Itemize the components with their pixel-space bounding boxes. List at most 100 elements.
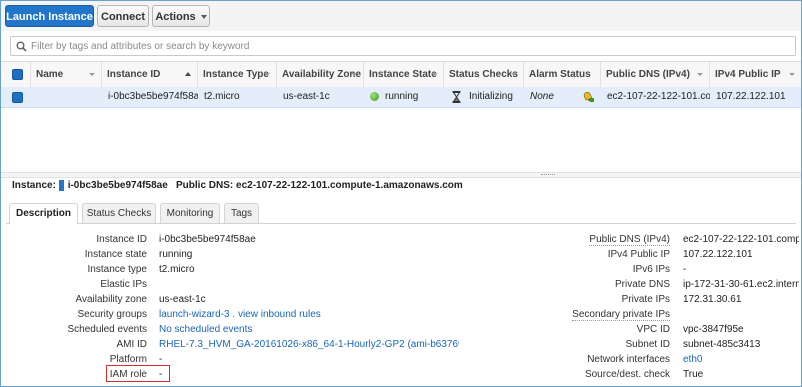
tab-status-checks[interactable]: Status Checks	[82, 203, 156, 223]
label-private-dns: Private DNS	[614, 279, 670, 290]
column-instance-id[interactable]: Instance ID	[102, 62, 198, 87]
column-instance-state-label: Instance State	[369, 69, 437, 80]
label-source-dest-check: Source/dest. check	[584, 369, 670, 380]
cell-public-ip: 107.22.122.101	[716, 91, 786, 102]
instance-marker-icon	[58, 180, 64, 191]
value-ipv4-public-ip: 107.22.122.101	[683, 249, 753, 260]
iam-role-highlight-box	[106, 365, 170, 382]
tab-description[interactable]: Description	[9, 203, 78, 224]
splitter-grip-icon[interactable]	[541, 174, 555, 177]
view-inbound-rules-link[interactable]: view inbound rules	[238, 309, 321, 320]
security-group-link[interactable]: launch-wizard-3 .	[159, 309, 235, 320]
label-public-dns-ipv4-text: Public DNS (IPv4)	[589, 234, 670, 246]
value-instance-id: i-0bc3be5be974f58ae	[159, 234, 256, 245]
chevron-down-icon	[200, 15, 207, 20]
value-public-dns-ipv4: ec2-107-22-122-101.compute-1	[683, 234, 799, 245]
column-instance-type-label: Instance Type	[203, 69, 269, 80]
column-ipv4-public-ip-label: IPv4 Public IP	[715, 69, 781, 80]
toolbar: Launch Instance Connect Actions	[1, 1, 801, 31]
value-ami-id[interactable]: RHEL-7.3_HVM_GA-20161026-x86_64-1-Hourly…	[159, 338, 459, 351]
cell-name	[36, 87, 96, 107]
select-all-header[interactable]	[1, 62, 31, 87]
launch-instance-button[interactable]: Launch Instance	[5, 5, 94, 27]
chevron-down-icon	[89, 73, 95, 76]
instances-table-header: Name Instance ID Instance Type Availabil…	[1, 61, 801, 88]
search-input[interactable]	[31, 39, 771, 53]
cell-instance-state: running	[385, 91, 419, 102]
instance-summary: Instance: i-0bc3be5be974f58ae	[12, 180, 168, 192]
hourglass-icon	[452, 91, 461, 103]
instance-id-value: i-0bc3be5be974f58ae	[67, 180, 168, 191]
column-alarm-status-label: Alarm Status	[529, 69, 591, 80]
search-icon	[16, 41, 27, 52]
column-availability-zone-label: Availability Zone	[282, 69, 362, 80]
label-ipv4-public-ip: IPv4 Public IP	[607, 249, 670, 260]
column-name-label: Name	[36, 69, 64, 80]
column-availability-zone[interactable]: Availability Zone	[277, 62, 364, 87]
value-private-ips: 172.31.30.61	[683, 294, 742, 305]
cell-instance-id: i-0bc3be5be974f58ae	[108, 91, 198, 102]
label-secondary-private-ips-text: Secondary private IPs	[572, 309, 670, 321]
cell-availability-zone: us-east-1c	[283, 91, 330, 102]
select-all-checkbox[interactable]	[12, 69, 23, 80]
column-instance-type[interactable]: Instance Type	[198, 62, 277, 87]
value-private-dns: ip-172-31-30-61.ec2.internal	[683, 279, 799, 290]
label-instance-type: Instance type	[87, 264, 147, 275]
column-ipv4-public-ip[interactable]: IPv4 Public IP	[710, 62, 801, 87]
public-dns-value: ec2-107-22-122-101.compute-1.amazonaws.c…	[236, 180, 463, 191]
chevron-down-icon	[264, 73, 270, 76]
sort-ascending-icon	[185, 72, 191, 76]
ec2-console: Launch Instance Connect Actions Name Ins…	[0, 0, 802, 387]
column-public-dns-label: Public DNS (IPv4)	[606, 69, 690, 80]
value-instance-state: running	[159, 249, 193, 260]
label-instance-id: Instance ID	[96, 234, 147, 245]
value-instance-type: t2.micro	[159, 264, 195, 275]
column-alarm-status[interactable]: Alarm Status	[524, 62, 601, 87]
label-instance-state: Instance state	[84, 249, 147, 260]
public-dns-label: Public DNS:	[176, 180, 234, 191]
value-ipv6-ips: -	[683, 264, 687, 275]
instance-label: Instance:	[12, 180, 56, 191]
label-network-interfaces: Network interfaces	[587, 354, 670, 365]
label-vpc-id: VPC ID	[636, 324, 670, 335]
chevron-down-icon	[697, 73, 703, 76]
tab-tags[interactable]: Tags	[224, 203, 259, 223]
label-subnet-id: Subnet ID	[625, 339, 670, 350]
column-status-checks-label: Status Checks	[449, 69, 518, 80]
connect-button[interactable]: Connect	[97, 5, 149, 27]
value-availability-zone: us-east-1c	[159, 294, 206, 305]
cell-status-checks: Initializing	[469, 91, 513, 102]
value-security-groups: launch-wizard-3 . view inbound rules	[159, 308, 321, 321]
create-alarm-icon[interactable]	[582, 91, 595, 103]
search-bar[interactable]	[10, 36, 796, 56]
chevron-down-icon	[351, 73, 357, 76]
value-network-interfaces[interactable]: eth0	[683, 353, 702, 366]
column-name[interactable]: Name	[31, 62, 102, 87]
label-ami-id: AMI ID	[116, 339, 147, 350]
running-status-icon	[370, 92, 379, 101]
row-checkbox[interactable]	[12, 92, 23, 103]
label-availability-zone: Availability zone	[75, 294, 147, 305]
cell-instance-type: t2.micro	[204, 91, 240, 102]
label-public-dns-ipv4: Public DNS (IPv4)	[550, 233, 670, 246]
chevron-down-icon	[431, 73, 437, 76]
column-public-dns[interactable]: Public DNS (IPv4)	[601, 62, 710, 87]
table-row[interactable]: i-0bc3be5be974f58ae t2.micro us-east-1c …	[1, 87, 801, 108]
value-scheduled-events[interactable]: No scheduled events	[159, 323, 252, 336]
chevron-down-icon	[511, 73, 517, 76]
label-security-groups: Security groups	[77, 309, 147, 320]
label-private-ips: Private IPs	[621, 294, 670, 305]
column-instance-state[interactable]: Instance State	[364, 62, 444, 87]
actions-button[interactable]: Actions	[152, 5, 210, 27]
label-scheduled-events: Scheduled events	[67, 324, 147, 335]
cell-alarm-status: None	[530, 91, 554, 102]
label-ipv6-ips: IPv6 IPs	[632, 264, 670, 275]
panel-splitter[interactable]	[1, 172, 801, 178]
column-status-checks[interactable]: Status Checks	[444, 62, 524, 87]
label-elastic-ips: Elastic IPs	[100, 279, 147, 290]
value-vpc-id: vpc-3847f95e	[683, 324, 744, 335]
column-instance-id-label: Instance ID	[107, 69, 161, 80]
chevron-down-icon	[789, 73, 795, 76]
actions-label: Actions	[155, 11, 196, 23]
tab-monitoring[interactable]: Monitoring	[160, 203, 220, 223]
